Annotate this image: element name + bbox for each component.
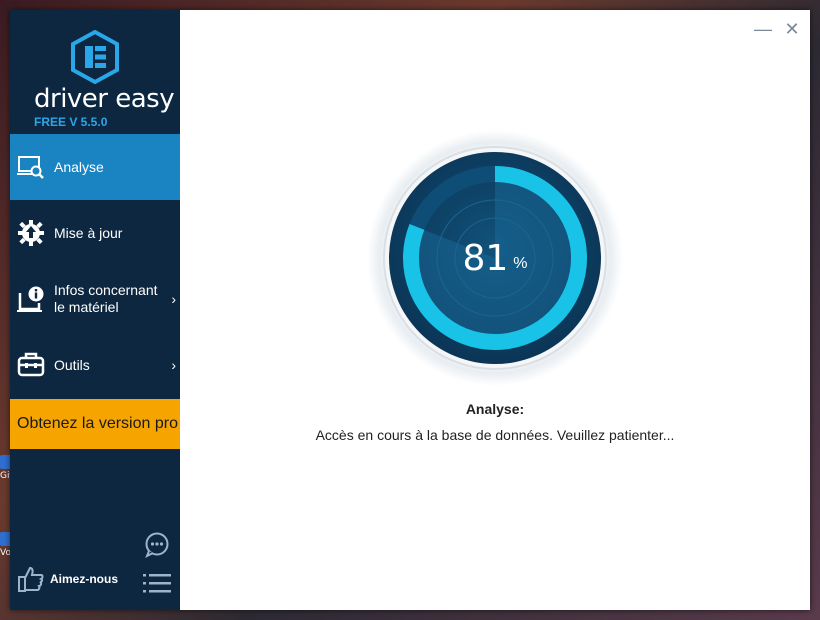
like-us-label: Aimez-nous [50,572,119,586]
version-label: FREE V 5.5.0 [34,115,108,129]
gear-update-icon [16,218,46,248]
monitor-search-icon [16,152,46,182]
app-window: driver easy FREE V 5.5.0 Analyse Mise à … [10,10,810,610]
sidebar-item-label: Analyse [54,158,104,175]
status-message: Accès en cours à la base de données. Veu… [315,427,675,443]
sidebar-item-label: Outils [54,356,90,373]
sidebar-item-label: Infos concernant le matériel [54,282,158,315]
sidebar-item-tools[interactable]: Outils › [10,332,180,398]
sidebar: driver easy FREE V 5.5.0 Analyse Mise à … [10,10,180,610]
status-title: Analyse: [465,401,525,417]
like-us-button[interactable]: Aimez-nous [18,565,118,593]
progress-gauge [367,130,623,386]
sidebar-item-analyse[interactable]: Analyse [10,134,180,200]
toolbox-icon [16,350,46,380]
chat-icon[interactable] [144,532,170,558]
sidebar-item-label: Mise à jour [54,224,123,241]
sidebar-item-hardware-info[interactable]: Infos concernant le matériel › [10,266,180,332]
logo: driver easy FREE V 5.5.0 [10,20,180,130]
menu-icon[interactable] [143,572,171,594]
brand-name: driver easy [34,84,175,114]
minimize-button[interactable]: — [754,20,772,38]
close-button[interactable]: ✕ [783,20,801,38]
driver-easy-logo-icon [71,30,119,84]
chevron-right-icon: › [171,291,176,307]
thumbs-up-icon [18,566,44,592]
hardware-info-icon [16,284,46,314]
sidebar-item-update[interactable]: Mise à jour [10,200,180,266]
get-pro-button[interactable]: Obtenez la version pro [10,399,180,449]
chevron-right-icon: › [171,357,176,373]
